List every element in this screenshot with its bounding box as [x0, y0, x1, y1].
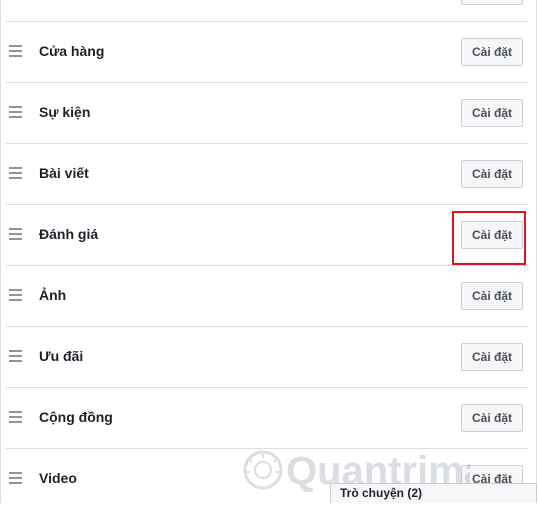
highlight-box: [452, 211, 526, 265]
tab-label: Cửa hàng: [39, 43, 105, 59]
settings-button[interactable]: Cài đặt: [461, 99, 523, 127]
settings-button[interactable]: Cài đặt: [461, 0, 523, 5]
list-item-shop: Cửa hàng Cài đặt: [6, 22, 528, 83]
settings-button[interactable]: Cài đặt: [461, 160, 523, 188]
list-item-community: Cộng đồng Cài đặt: [6, 388, 528, 449]
tab-label: Ưu đãi: [39, 348, 84, 364]
tab-label: Đánh giá: [39, 226, 99, 242]
drag-handle-icon[interactable]: [9, 350, 22, 363]
drag-handle-icon[interactable]: [9, 167, 22, 180]
settings-button[interactable]: Cài đặt: [461, 38, 523, 66]
tab-label: Bài viết: [39, 165, 89, 181]
list-item-posts: Bài viết Cài đặt: [6, 144, 528, 205]
tab-label: Cộng đồng: [39, 409, 113, 425]
list-item-reviews: Đánh giá Cài đặt: [6, 205, 528, 266]
list-item-offers: Ưu đãi Cài đặt: [6, 327, 528, 388]
list-item-photos: Ảnh Cài đặt: [6, 266, 528, 327]
settings-button[interactable]: Cài đặt: [461, 404, 523, 432]
drag-handle-icon[interactable]: [9, 411, 22, 424]
list-item-events: Sự kiện Cài đặt: [6, 83, 528, 144]
chat-tab-label: Trò chuyện (2): [340, 486, 423, 500]
drag-handle-icon[interactable]: [9, 289, 22, 302]
settings-button[interactable]: Cài đặt: [461, 282, 523, 310]
drag-handle-icon[interactable]: [9, 45, 22, 58]
list-item: Cài đặt: [6, 0, 528, 22]
drag-handle-icon[interactable]: [9, 228, 22, 241]
settings-button[interactable]: Cài đặt: [461, 343, 523, 371]
tab-label: Ảnh: [39, 287, 67, 303]
tab-label: Sự kiện: [39, 104, 91, 120]
drag-handle-icon[interactable]: [9, 472, 22, 485]
chat-tab[interactable]: Trò chuyện (2): [330, 483, 537, 503]
tab-label: Video: [39, 470, 77, 486]
drag-handle-icon[interactable]: [9, 106, 22, 119]
